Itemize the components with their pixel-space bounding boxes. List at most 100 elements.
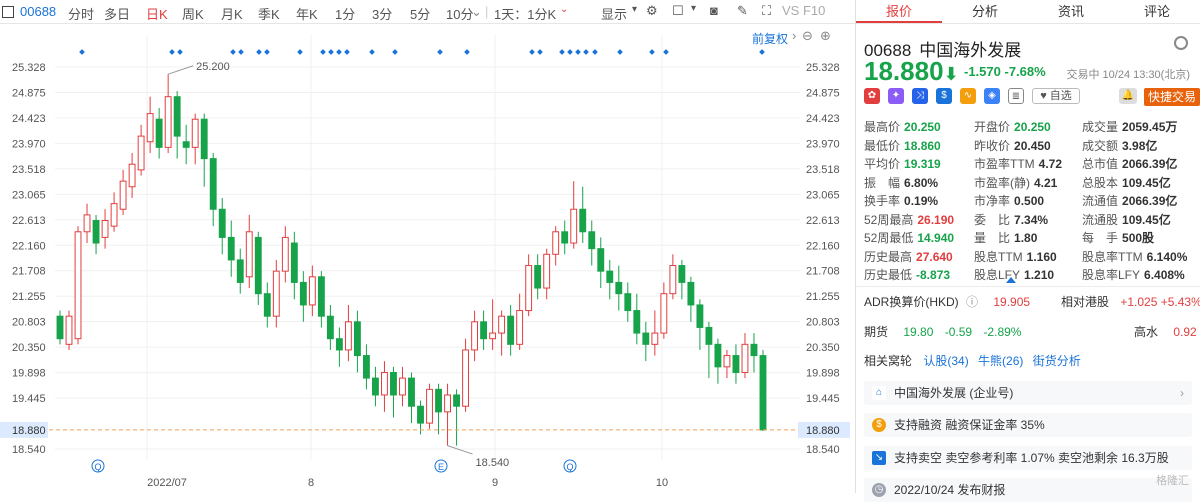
period-tab[interactable]: 3分: [372, 4, 392, 23]
chevron-down-icon[interactable]: ⌄: [560, 4, 568, 15]
period-tab[interactable]: 多日: [104, 4, 130, 23]
period-tab-active[interactable]: 日K: [146, 4, 168, 23]
enterprise-card[interactable]: ⌂ 中国海外发展 (企业号) ›: [864, 381, 1192, 405]
period-tab[interactable]: 分时: [68, 4, 94, 23]
warrants-bull-link[interactable]: 牛熊(26): [978, 354, 1023, 368]
change-value: -1.570: [964, 64, 1001, 79]
earnings-card[interactable]: ◷ 2022/10/24 发布财报: [864, 478, 1192, 502]
caret-down-icon[interactable]: ▾: [632, 4, 637, 15]
candle-body: [696, 304, 704, 328]
event-marker: [328, 49, 334, 55]
quote-row: 换手率 0.19% 市净率 0.500 流通值 2066.39亿: [864, 192, 1196, 210]
bell-icon[interactable]: 🔔: [1119, 88, 1137, 104]
hk-flag-icon[interactable]: ✿: [864, 88, 880, 104]
quote-value: 2066.39亿: [1122, 194, 1178, 208]
prev-arrow-icon[interactable]: ›: [792, 28, 796, 43]
gear-icon[interactable]: [1174, 36, 1188, 50]
y-tick-label: 21.708: [12, 266, 46, 278]
short-sell-card[interactable]: ↘ 支持卖空 卖空参考利率 1.07% 卖空池剩余 16.3万股: [864, 446, 1192, 470]
y-tick-label: 19.898: [12, 368, 46, 380]
dollar-icon[interactable]: $: [936, 88, 952, 104]
tab-news[interactable]: 资讯: [1028, 0, 1114, 23]
caret-down-icon[interactable]: ▾: [691, 3, 696, 14]
watchlist-label: 自选: [1049, 90, 1072, 102]
quote-value: 6.408%: [1144, 268, 1185, 282]
x-tick-label: 8: [308, 477, 314, 489]
y-tick-label-right: 23.065: [806, 189, 840, 201]
tag-icon[interactable]: ◈: [984, 88, 1000, 104]
candle-body: [326, 315, 334, 340]
zoom-in-icon[interactable]: ⊕: [820, 28, 831, 44]
quick-trade-button[interactable]: 快捷交易: [1144, 88, 1200, 106]
period-tab[interactable]: 年K: [296, 4, 318, 23]
watchlist-button[interactable]: ♥ 自选: [1032, 88, 1080, 104]
period-tab[interactable]: 季K: [258, 4, 280, 23]
candle-body: [74, 231, 82, 340]
zoom-out-icon[interactable]: ⊖: [802, 28, 813, 44]
period-tab[interactable]: 10分: [446, 4, 473, 23]
settings-icon[interactable]: ⚙: [646, 3, 658, 19]
select-checkbox[interactable]: [2, 5, 14, 18]
quote-value: 2059.45万: [1122, 120, 1178, 134]
chevron-down-icon[interactable]: ⌄: [471, 4, 482, 20]
kline-chart[interactable]: 25.328 24.875 24.423 23.970 23.518 23.065 22.6…: [0, 25, 855, 493]
restore-adjust-toggle[interactable]: 前复权: [752, 30, 788, 47]
ai-icon[interactable]: ✦: [888, 88, 904, 104]
futures-label: 期货: [864, 325, 889, 339]
draw-icon[interactable]: ✎: [737, 3, 748, 19]
quote-cell: 最高价 20.250: [864, 118, 941, 135]
tab-quote[interactable]: 报价: [856, 0, 942, 23]
quote-value: 19.319: [904, 157, 941, 171]
candle-body: [570, 208, 578, 244]
warrants-call-link[interactable]: 认股(34): [923, 354, 968, 368]
report-icon[interactable]: ≣: [1008, 88, 1024, 104]
camera-icon[interactable]: ◙: [710, 3, 718, 18]
square-icon[interactable]: ☐: [672, 3, 684, 19]
candle-body: [164, 96, 172, 148]
candle-body: [263, 293, 271, 317]
quote-label: 股息率TTM: [1082, 249, 1143, 264]
help-icon[interactable]: ⓘ: [966, 295, 978, 309]
tab-analysis[interactable]: 分析: [942, 0, 1028, 23]
vs-f10-button[interactable]: VS F10: [782, 3, 825, 18]
tab-comments[interactable]: 评论: [1114, 0, 1200, 23]
period-tab[interactable]: 周K: [182, 4, 204, 23]
period-tab[interactable]: 5分: [410, 4, 430, 23]
margin-card[interactable]: $ 支持融资 融资保证金率 35%: [864, 413, 1192, 437]
shuffle-icon[interactable]: ⤨: [912, 88, 928, 104]
candle-body: [516, 310, 524, 345]
quote-cell: 股息率TTM 6.140%: [1082, 248, 1187, 265]
y-tick-label: 22.160: [12, 240, 46, 252]
quote-cell: 流通股 109.45亿: [1082, 211, 1171, 228]
candle-body: [651, 332, 659, 345]
y-tick-label-right: 22.613: [806, 215, 840, 227]
fullscreen-icon[interactable]: ⛶: [762, 3, 771, 19]
period-tab[interactable]: 1分: [335, 4, 355, 23]
candle-body: [236, 259, 244, 283]
candle-body: [507, 315, 515, 345]
event-marker: [464, 49, 470, 55]
collapse-caret-icon[interactable]: [1006, 277, 1016, 283]
period-tab[interactable]: 月K: [221, 4, 243, 23]
candle-body: [353, 321, 361, 357]
x-tick-label: 9: [492, 477, 498, 489]
candle-body: [83, 214, 91, 233]
quote-value: 109.45亿: [1122, 175, 1171, 190]
candle-body: [489, 332, 497, 340]
quote-label: 市净率: [974, 194, 1011, 208]
last-price-value: 18.880: [864, 56, 944, 86]
quote-label: 昨收价: [974, 138, 1011, 153]
chart-trend-icon[interactable]: ∿: [960, 88, 976, 104]
intraday-period-select[interactable]: 1天：1分K: [494, 4, 556, 23]
event-circle-label: Q: [566, 462, 573, 472]
quote-cell: 历史最高 27.640: [864, 248, 953, 265]
display-menu[interactable]: 显示: [601, 4, 627, 23]
adr-value: 19.905: [993, 295, 1031, 309]
street-analysis-link[interactable]: 街货分析: [1033, 354, 1081, 368]
quote-cell: 52周最低 14.940: [864, 229, 954, 246]
quote-label: 流通值: [1082, 194, 1119, 208]
event-marker: [320, 49, 326, 55]
y-tick-label-right: 21.255: [806, 291, 840, 303]
adr-rel-label: 相对港股: [1061, 295, 1110, 309]
candle-body: [498, 315, 506, 334]
